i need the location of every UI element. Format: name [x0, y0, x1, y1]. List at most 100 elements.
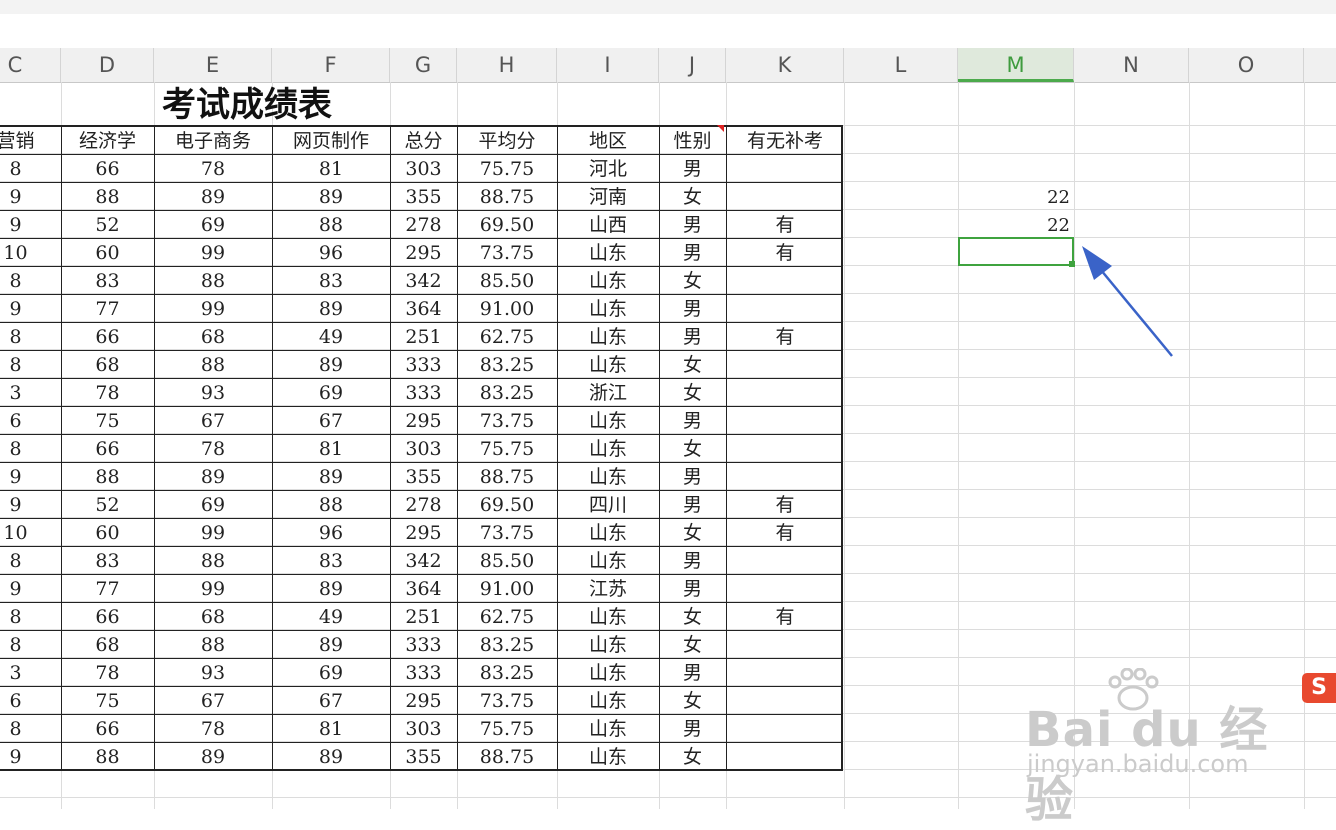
- column-header-m[interactable]: M: [958, 48, 1074, 82]
- table-cell[interactable]: 山东: [557, 715, 659, 743]
- table-cell[interactable]: 8: [0, 323, 61, 351]
- table-cell[interactable]: 山东: [557, 631, 659, 659]
- table-cell[interactable]: 78: [154, 435, 272, 463]
- table-cell[interactable]: 男: [659, 659, 726, 687]
- table-cell[interactable]: 81: [272, 155, 390, 183]
- table-cell[interactable]: 66: [61, 323, 154, 351]
- table-cell[interactable]: 73.75: [457, 519, 557, 547]
- table-cell[interactable]: 83.25: [457, 659, 557, 687]
- table-cell[interactable]: 99: [154, 575, 272, 603]
- table-cell[interactable]: 355: [390, 183, 457, 211]
- table-cell[interactable]: 68: [61, 631, 154, 659]
- table-cell[interactable]: 山东: [557, 519, 659, 547]
- table-cell[interactable]: 66: [61, 155, 154, 183]
- table-cell[interactable]: 88: [154, 267, 272, 295]
- column-header-k[interactable]: K: [726, 48, 844, 82]
- table-header-cell[interactable]: 性别: [659, 127, 726, 155]
- table-cell[interactable]: 女: [659, 603, 726, 631]
- table-cell[interactable]: 81: [272, 715, 390, 743]
- table-cell[interactable]: 江苏: [557, 575, 659, 603]
- table-cell[interactable]: 山东: [557, 687, 659, 715]
- table-cell[interactable]: 295: [390, 687, 457, 715]
- table-cell[interactable]: 62.75: [457, 323, 557, 351]
- table-cell[interactable]: [726, 267, 844, 295]
- table-cell[interactable]: 男: [659, 407, 726, 435]
- table-cell[interactable]: 251: [390, 323, 457, 351]
- table-cell[interactable]: 73.75: [457, 687, 557, 715]
- table-cell[interactable]: 295: [390, 239, 457, 267]
- table-cell[interactable]: 山东: [557, 603, 659, 631]
- table-cell[interactable]: 69: [272, 659, 390, 687]
- table-header-cell[interactable]: 网页制作: [272, 127, 390, 155]
- table-cell[interactable]: 295: [390, 519, 457, 547]
- table-cell[interactable]: 75.75: [457, 435, 557, 463]
- table-cell[interactable]: 75.75: [457, 155, 557, 183]
- cell-m-value[interactable]: 22: [1000, 215, 1070, 236]
- table-cell[interactable]: 91.00: [457, 295, 557, 323]
- table-cell[interactable]: 有: [726, 323, 844, 351]
- table-cell[interactable]: 333: [390, 631, 457, 659]
- table-cell[interactable]: 67: [154, 687, 272, 715]
- table-cell[interactable]: [726, 743, 844, 771]
- table-cell[interactable]: 8: [0, 267, 61, 295]
- table-cell[interactable]: 75: [61, 407, 154, 435]
- table-cell[interactable]: 山东: [557, 239, 659, 267]
- column-header-l[interactable]: L: [844, 48, 958, 82]
- table-cell[interactable]: 88: [154, 631, 272, 659]
- table-cell[interactable]: 355: [390, 743, 457, 771]
- table-cell[interactable]: 67: [272, 407, 390, 435]
- table-cell[interactable]: 78: [61, 659, 154, 687]
- table-cell[interactable]: [726, 547, 844, 575]
- table-cell[interactable]: 88: [61, 183, 154, 211]
- table-cell[interactable]: 78: [61, 379, 154, 407]
- table-cell[interactable]: 8: [0, 155, 61, 183]
- table-cell[interactable]: 83.25: [457, 351, 557, 379]
- table-cell[interactable]: 89: [154, 743, 272, 771]
- table-cell[interactable]: [726, 463, 844, 491]
- table-cell[interactable]: 89: [272, 743, 390, 771]
- table-cell[interactable]: 295: [390, 407, 457, 435]
- table-cell[interactable]: 9: [0, 575, 61, 603]
- table-cell[interactable]: 342: [390, 547, 457, 575]
- table-cell[interactable]: 303: [390, 435, 457, 463]
- table-cell[interactable]: 69.50: [457, 211, 557, 239]
- table-cell[interactable]: [726, 183, 844, 211]
- table-cell[interactable]: 浙江: [557, 379, 659, 407]
- table-cell[interactable]: 88.75: [457, 743, 557, 771]
- table-cell[interactable]: 67: [272, 687, 390, 715]
- table-cell[interactable]: 有: [726, 211, 844, 239]
- table-cell[interactable]: 278: [390, 211, 457, 239]
- table-cell[interactable]: 77: [61, 295, 154, 323]
- table-cell[interactable]: 女: [659, 519, 726, 547]
- table-cell[interactable]: 女: [659, 631, 726, 659]
- table-cell[interactable]: 山东: [557, 407, 659, 435]
- table-cell[interactable]: 66: [61, 603, 154, 631]
- table-cell[interactable]: 山东: [557, 463, 659, 491]
- table-cell[interactable]: 85.50: [457, 547, 557, 575]
- ime-badge-icon[interactable]: S: [1302, 673, 1336, 703]
- table-cell[interactable]: 男: [659, 155, 726, 183]
- table-cell[interactable]: 有: [726, 491, 844, 519]
- table-cell[interactable]: 333: [390, 351, 457, 379]
- table-cell[interactable]: 52: [61, 211, 154, 239]
- table-cell[interactable]: 8: [0, 631, 61, 659]
- table-header-cell[interactable]: 有无补考: [726, 127, 844, 155]
- table-cell[interactable]: 68: [154, 603, 272, 631]
- table-cell[interactable]: 60: [61, 239, 154, 267]
- table-cell[interactable]: 78: [154, 155, 272, 183]
- table-cell[interactable]: 77: [61, 575, 154, 603]
- table-cell[interactable]: 9: [0, 491, 61, 519]
- table-cell[interactable]: 9: [0, 463, 61, 491]
- table-cell[interactable]: 6: [0, 407, 61, 435]
- table-cell[interactable]: 山东: [557, 743, 659, 771]
- table-cell[interactable]: 251: [390, 603, 457, 631]
- table-cell[interactable]: 93: [154, 379, 272, 407]
- table-cell[interactable]: 9: [0, 183, 61, 211]
- table-cell[interactable]: 68: [154, 323, 272, 351]
- table-cell[interactable]: 山东: [557, 351, 659, 379]
- table-header-cell[interactable]: 地区: [557, 127, 659, 155]
- table-cell[interactable]: 355: [390, 463, 457, 491]
- column-header-g[interactable]: G: [390, 48, 457, 82]
- column-header-j[interactable]: J: [659, 48, 726, 82]
- table-cell[interactable]: 8: [0, 715, 61, 743]
